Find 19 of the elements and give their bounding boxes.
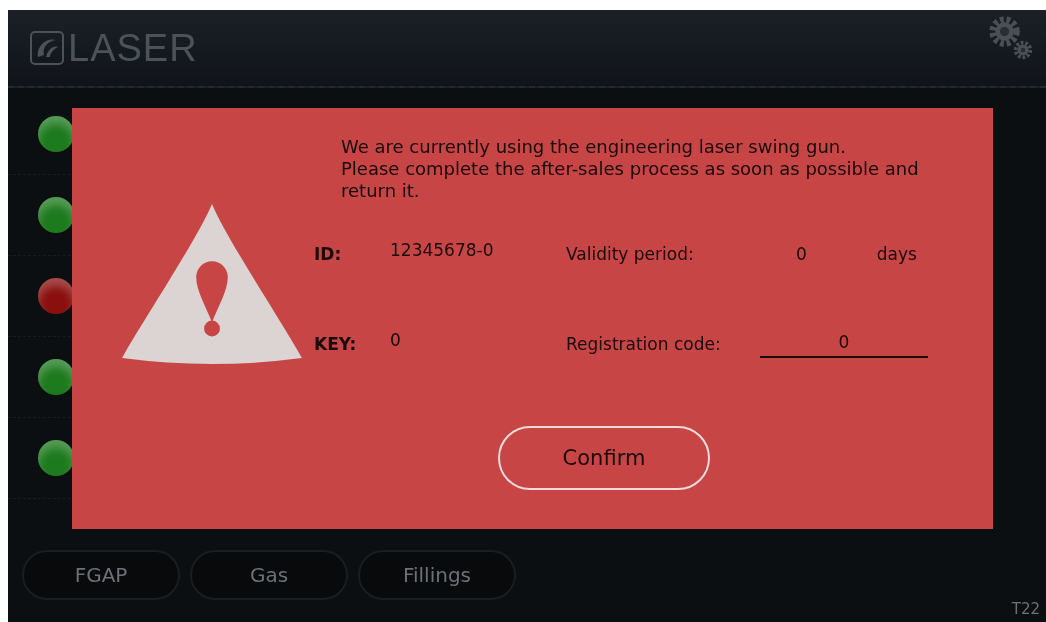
mode-button[interactable]: Gas <box>190 550 348 600</box>
field-value: 12345678-0 <box>390 240 494 260</box>
field-value: 0 <box>390 330 401 350</box>
field-label: Validity period: <box>566 243 695 264</box>
mode-button[interactable]: FGAP <box>22 550 180 600</box>
version-label: T22 <box>1011 600 1041 620</box>
unit-label: days <box>876 244 917 264</box>
field-label: KEY: <box>313 333 358 354</box>
warning-message: Please complete the after-sales process as soon as possible and return it. <box>341 158 920 202</box>
warning-message: We are currently using the engineering laser swing gun. <box>341 136 847 158</box>
mode-button[interactable]: Fillings <box>358 550 516 600</box>
confirm-button[interactable]: Confirm <box>498 426 710 490</box>
field-value: 0 <box>796 244 807 264</box>
logo-icon <box>30 31 64 65</box>
logo-text: LASER <box>68 26 198 70</box>
field-label: Registration code: <box>566 333 722 354</box>
field-label: ID: <box>313 243 343 264</box>
settings-icon[interactable] <box>988 15 1034 61</box>
registration-code-field[interactable]: 0 <box>760 324 928 358</box>
